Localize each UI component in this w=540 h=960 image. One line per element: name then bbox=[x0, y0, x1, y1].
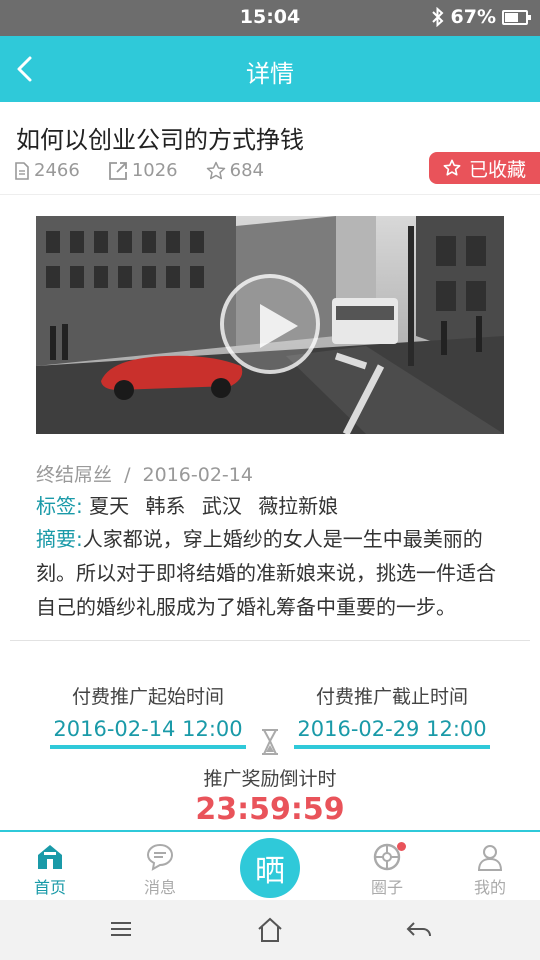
hourglass-icon bbox=[262, 729, 278, 755]
post-button[interactable]: 晒 bbox=[240, 838, 300, 898]
play-icon bbox=[260, 304, 298, 348]
promo-start: 付费推广起始时间 2016-02-14 12:00 bbox=[50, 682, 246, 749]
nav-mine-label: 我的 bbox=[473, 878, 506, 897]
status-indicators: 67% bbox=[431, 6, 531, 28]
divider bbox=[10, 640, 530, 641]
tag-item[interactable]: 武汉 bbox=[202, 494, 242, 518]
promo-end-value: 2016-02-29 12:00 bbox=[294, 717, 490, 749]
views-count: 2466 bbox=[34, 160, 80, 181]
shares-stat: 1026 bbox=[108, 160, 178, 181]
countdown-label: 推广奖励倒计时 bbox=[203, 768, 337, 790]
shares-count: 1026 bbox=[131, 160, 178, 181]
menu-icon bbox=[111, 922, 131, 936]
promo-start-value: 2016-02-14 12:00 bbox=[50, 717, 246, 749]
tags-label: 标签: bbox=[36, 494, 83, 518]
nav-messages[interactable]: 消息 bbox=[120, 840, 200, 898]
page-title: 详情 bbox=[246, 60, 294, 88]
play-button[interactable] bbox=[220, 274, 320, 374]
summary: 摘要:人家都说，穿上婚纱的女人是一生中最美丽的刻。所以对于即将结婚的准新娘来说，… bbox=[36, 522, 506, 624]
nav-messages-label: 消息 bbox=[143, 878, 176, 897]
menu-button[interactable] bbox=[108, 916, 134, 946]
home-button[interactable] bbox=[256, 916, 284, 948]
system-nav-bar bbox=[0, 900, 540, 960]
notification-dot bbox=[397, 842, 406, 851]
nav-circle-label: 圈子 bbox=[370, 878, 403, 897]
battery-percent: 67% bbox=[450, 6, 496, 28]
back-system-button[interactable] bbox=[405, 916, 433, 948]
promo-start-label: 付费推广起始时间 bbox=[71, 686, 224, 708]
promo-end-label: 付费推广截止时间 bbox=[315, 686, 468, 708]
separator: / bbox=[124, 464, 131, 486]
star-outline-icon bbox=[443, 159, 461, 176]
views-stat: 2466 bbox=[14, 160, 80, 181]
article-title: 如何以创业公司的方式挣钱 bbox=[16, 126, 304, 154]
divider bbox=[0, 194, 540, 195]
bluetooth-icon bbox=[431, 7, 443, 27]
favorited-label: 已收藏 bbox=[468, 158, 526, 181]
publish-date: 2016-02-14 bbox=[142, 464, 253, 486]
article-stats: 2466 1026 684 bbox=[14, 160, 292, 181]
home-icon bbox=[38, 845, 62, 869]
author-date-line: 终结屌丝 / 2016-02-14 bbox=[36, 460, 253, 487]
author-name[interactable]: 终结屌丝 bbox=[36, 464, 112, 486]
favorited-button[interactable]: 已收藏 bbox=[429, 152, 540, 184]
summary-text: 人家都说，穿上婚纱的女人是一生中最美丽的刻。所以对于即将结婚的准新娘来说，挑选一… bbox=[36, 527, 496, 619]
tags-line: 标签: 夏天 韩系 武汉 薇拉新娘 bbox=[36, 490, 348, 519]
home-outline-icon bbox=[258, 917, 282, 942]
countdown-timer: 23:59:59 bbox=[195, 792, 345, 827]
share-icon bbox=[108, 161, 127, 180]
user-icon bbox=[477, 845, 503, 871]
nav-circle[interactable]: 圈子 bbox=[347, 840, 427, 898]
status-bar: 15:04 67% bbox=[0, 0, 540, 36]
tag-item[interactable]: 薇拉新娘 bbox=[258, 494, 338, 518]
undo-icon bbox=[406, 922, 431, 937]
favorites-stat: 684 bbox=[206, 160, 264, 181]
video-player[interactable] bbox=[36, 216, 504, 434]
top-app-bar: 详情 bbox=[0, 36, 540, 102]
star-icon bbox=[206, 161, 225, 179]
nav-home-label: 首页 bbox=[33, 878, 66, 897]
nav-home[interactable]: 首页 bbox=[10, 840, 90, 898]
summary-label: 摘要: bbox=[36, 527, 83, 551]
tag-item[interactable]: 夏天 bbox=[89, 494, 129, 518]
nav-mine[interactable]: 我的 bbox=[450, 840, 530, 898]
document-icon bbox=[15, 161, 29, 180]
promo-end: 付费推广截止时间 2016-02-29 12:00 bbox=[294, 682, 490, 749]
tag-item[interactable]: 韩系 bbox=[145, 494, 185, 518]
battery-icon bbox=[502, 9, 531, 25]
favorites-count: 684 bbox=[229, 160, 264, 181]
chat-icon bbox=[146, 843, 174, 871]
